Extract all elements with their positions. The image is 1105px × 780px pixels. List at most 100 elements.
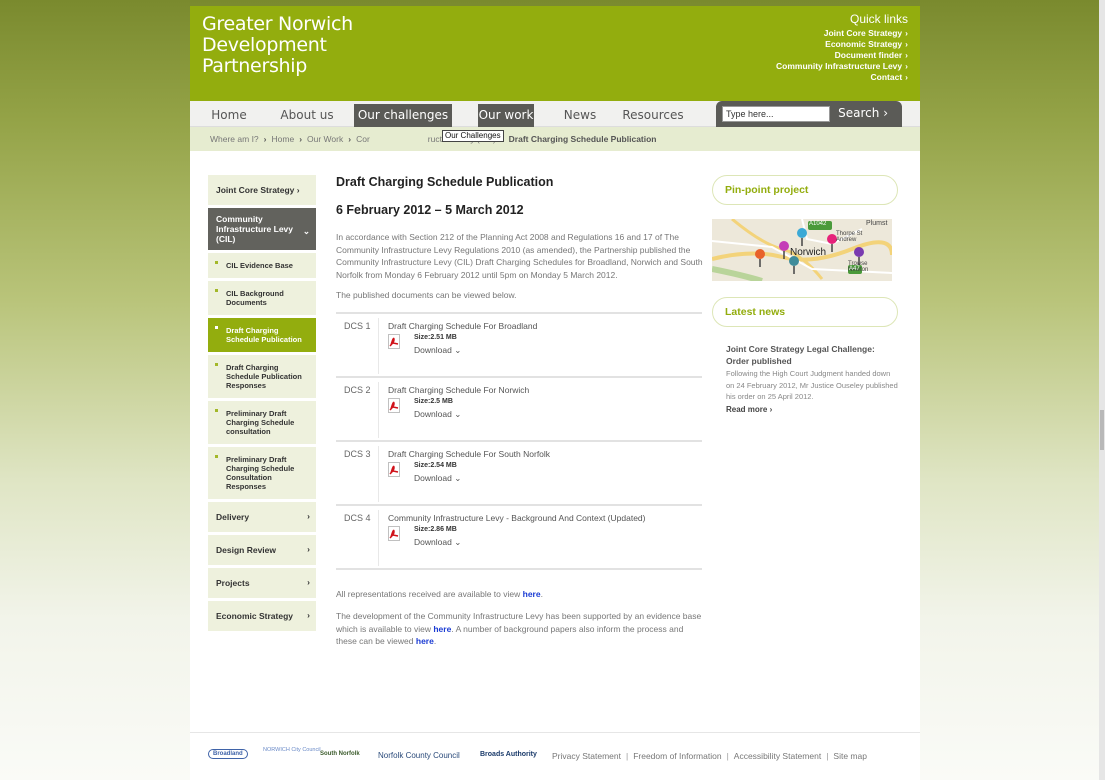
breadcrumb-home[interactable]: Home: [272, 134, 295, 144]
scrollbar-thumb[interactable]: [1100, 410, 1104, 450]
sidebar-item-economic-strategy[interactable]: Economic Strategy ›: [208, 601, 316, 634]
evidence-base-link[interactable]: here: [433, 624, 451, 634]
document-title[interactable]: Draft Charging Schedule For Norwich: [388, 385, 529, 395]
chevron-right-icon: ›: [905, 61, 908, 71]
sidebar-item-delivery[interactable]: Delivery ›: [208, 502, 316, 535]
sidebar-subitem-preliminary-consultation[interactable]: Preliminary Draft Charging Schedule cons…: [208, 401, 316, 447]
representations-link[interactable]: here: [523, 589, 541, 599]
background-papers-link[interactable]: here: [416, 636, 434, 646]
read-more-link[interactable]: Read more ›: [726, 405, 898, 414]
breadcrumb-separator-icon: ›: [299, 134, 303, 144]
main-nav: Home About us Our challenges Our work Ne…: [190, 101, 920, 127]
pinpoint-project-heading[interactable]: Pin-point project: [712, 175, 898, 205]
map-label: Thorpe St Andrew: [836, 231, 863, 243]
norwich-logo[interactable]: NORWICH City Council: [263, 747, 321, 753]
chevron-down-icon: ⌄: [454, 536, 462, 547]
download-button[interactable]: Download ⌄: [414, 345, 461, 356]
page-dates: 6 February 2012 – 5 March 2012: [336, 203, 524, 217]
south-norfolk-logo[interactable]: South Norfolk: [320, 751, 360, 757]
map-label: Plumst: [866, 220, 888, 227]
quick-link-cil[interactable]: Community Infrastructure Levy ›: [776, 61, 908, 72]
broadland-logo[interactable]: Broadland: [208, 749, 248, 759]
chevron-down-icon: ⌄: [454, 408, 462, 419]
nav-our-challenges[interactable]: Our challenges: [354, 104, 452, 127]
pdf-icon[interactable]: [388, 397, 400, 413]
divider: [378, 317, 379, 374]
divider: [378, 445, 379, 502]
chevron-right-icon: ›: [769, 404, 773, 414]
document-code: DCS 1: [344, 320, 371, 331]
pdf-icon[interactable]: [388, 333, 400, 349]
quick-link-joint-core-strategy[interactable]: Joint Core Strategy ›: [776, 28, 908, 39]
nav-our-work[interactable]: Our work: [478, 104, 534, 127]
main-content: Draft Charging Schedule Publication 6 Fe…: [336, 175, 706, 648]
nav-about-us[interactable]: About us: [276, 104, 338, 127]
page-container: Greater Norwich Development Partnership …: [190, 6, 920, 780]
footer-link-foi[interactable]: Freedom of Information: [633, 751, 721, 761]
chevron-right-icon: ›: [307, 544, 310, 554]
search-input[interactable]: Type here...: [722, 106, 830, 122]
chevron-right-icon: ›: [296, 185, 300, 195]
nav-home[interactable]: Home: [204, 104, 254, 127]
footer-link-privacy[interactable]: Privacy Statement: [552, 751, 621, 761]
page-title: Draft Charging Schedule Publication: [336, 175, 554, 189]
quick-link-document-finder[interactable]: Document finder ›: [776, 50, 908, 61]
tooltip: Our Challenges: [442, 130, 504, 142]
download-button[interactable]: Download ⌄: [414, 537, 461, 548]
chevron-right-icon: ›: [905, 39, 908, 49]
chevron-right-icon: ›: [307, 511, 310, 521]
chevron-down-icon: ⌄: [454, 472, 462, 483]
search-button[interactable]: Search ›: [838, 106, 888, 120]
footer-link-accessibility[interactable]: Accessibility Statement: [734, 751, 821, 761]
site-logo[interactable]: Greater Norwich Development Partnership: [202, 14, 353, 77]
sidebar-item-cil[interactable]: Community Infrastructure Levy (CIL) ⌄: [208, 208, 316, 253]
sidebar-item-joint-core-strategy[interactable]: Joint Core Strategy ›: [208, 175, 316, 208]
sidebar-subitem-preliminary-responses[interactable]: Preliminary Draft Charging Schedule Cons…: [208, 447, 316, 502]
bullet-icon: [215, 363, 218, 366]
document-list: DCS 1 Draft Charging Schedule For Broadl…: [336, 311, 702, 570]
norfolk-county-council-logo[interactable]: Norfolk County Council: [378, 751, 460, 760]
window-scrollbar[interactable]: [1099, 0, 1105, 780]
sidebar-item-projects[interactable]: Projects ›: [208, 568, 316, 601]
download-button[interactable]: Download ⌄: [414, 473, 461, 484]
published-docs-text: The published documents can be viewed be…: [336, 290, 517, 300]
sidebar-item-design-review[interactable]: Design Review ›: [208, 535, 316, 568]
breadcrumb-our-work[interactable]: Our Work: [307, 134, 343, 144]
chevron-right-icon: ›: [307, 610, 310, 620]
document-title[interactable]: Draft Charging Schedule For South Norfol…: [388, 449, 550, 459]
quick-link-contact[interactable]: Contact ›: [776, 72, 908, 83]
download-button[interactable]: Download ⌄: [414, 409, 461, 420]
broads-authority-logo[interactable]: Broads Authority: [480, 751, 537, 758]
pinpoint-map[interactable]: Norwich Thorpe St Andrew Trowse Newton P…: [712, 219, 892, 281]
sidebar-subitem-cil-background-documents[interactable]: CIL Background Documents: [208, 281, 316, 318]
pdf-icon[interactable]: [388, 525, 400, 541]
quick-link-economic-strategy[interactable]: Economic Strategy ›: [776, 39, 908, 50]
footer-link-sitemap[interactable]: Site map: [833, 751, 867, 761]
bullet-icon: [215, 326, 218, 329]
document-row: DCS 3 Draft Charging Schedule For South …: [336, 442, 702, 506]
bullet-icon: [215, 409, 218, 412]
sidebar-subitem-draft-charging-schedule-publication[interactable]: Draft Charging Schedule Publication: [208, 318, 316, 355]
document-row: DCS 1 Draft Charging Schedule For Broadl…: [336, 314, 702, 378]
breadcrumb-our-challenges[interactable]: Cor: [356, 134, 370, 144]
document-title[interactable]: Community Infrastructure Levy - Backgrou…: [388, 513, 645, 523]
news-headline[interactable]: Joint Core Strategy Legal Challenge: Ord…: [726, 343, 898, 367]
document-size: Size:2.51 MB: [414, 333, 457, 341]
map-label: A47: [849, 266, 860, 272]
sidebar-nav: Joint Core Strategy › Community Infrastr…: [208, 175, 316, 634]
sidebar-subitem-draft-charging-schedule-responses[interactable]: Draft Charging Schedule Publication Resp…: [208, 355, 316, 401]
chevron-down-icon: ⌄: [454, 344, 462, 355]
quick-links-title: Quick links: [849, 12, 908, 26]
logo-line: Development: [202, 34, 327, 56]
breadcrumb-current: Draft Charging Schedule Publication: [508, 134, 657, 144]
bullet-icon: [215, 455, 218, 458]
nav-resources[interactable]: Resources: [618, 104, 688, 127]
pdf-icon[interactable]: [388, 461, 400, 477]
quick-links: Quick links Joint Core Strategy › Economi…: [776, 12, 908, 83]
sidebar-subitem-cil-evidence-base[interactable]: CIL Evidence Base: [208, 253, 316, 281]
latest-news-heading[interactable]: Latest news: [712, 297, 898, 327]
nav-news[interactable]: News: [560, 104, 600, 127]
document-title[interactable]: Draft Charging Schedule For Broadland: [388, 321, 537, 331]
footer-divider: |: [625, 751, 629, 761]
intro-text: In accordance with Section 212 of the Pl…: [336, 232, 703, 280]
